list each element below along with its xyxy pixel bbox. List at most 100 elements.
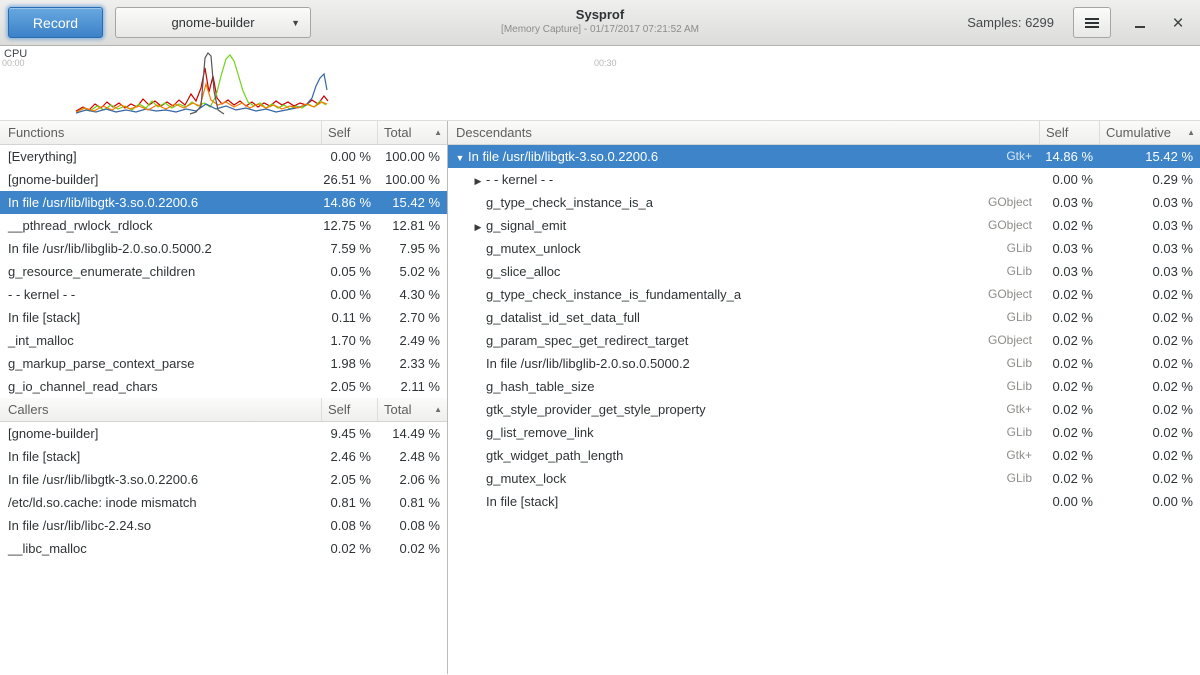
total-percent: 0.08 % xyxy=(378,514,447,537)
table-row[interactable]: In file /usr/lib/libc-2.24.so0.08 %0.08 … xyxy=(0,514,447,537)
category-label: GLib xyxy=(948,352,1040,375)
callers-table-header: Callers Self Total ▲ xyxy=(0,398,447,422)
menu-button[interactable] xyxy=(1073,7,1111,38)
row-label: [Everything] xyxy=(8,149,77,164)
table-row[interactable]: g_mutex_unlockGLib0.03 %0.03 % xyxy=(448,237,1200,260)
table-row[interactable]: In file /usr/lib/libglib-2.0.so.0.5000.2… xyxy=(448,352,1200,375)
function-name-cell: ▶g_signal_emit xyxy=(448,214,948,237)
table-row[interactable]: g_markup_parse_context_parse1.98 %2.33 % xyxy=(0,352,447,375)
column-header-self[interactable]: Self xyxy=(1040,121,1100,144)
total-percent: 12.81 % xyxy=(378,214,447,237)
expander-open-icon[interactable]: ▼ xyxy=(452,147,468,168)
row-label: g_mutex_lock xyxy=(486,471,566,486)
total-percent: 0.00 % xyxy=(1100,490,1200,513)
table-row[interactable]: _int_malloc1.70 %2.49 % xyxy=(0,329,447,352)
total-percent: 0.02 % xyxy=(378,537,447,560)
table-row[interactable]: g_resource_enumerate_children0.05 %5.02 … xyxy=(0,260,447,283)
table-row[interactable]: In file /usr/lib/libgtk-3.so.0.2200.62.0… xyxy=(0,468,447,491)
column-header-total[interactable]: Total ▲ xyxy=(378,398,447,421)
table-row[interactable]: g_slice_allocGLib0.03 %0.03 % xyxy=(448,260,1200,283)
function-name-cell: /etc/ld.so.cache: inode mismatch xyxy=(0,491,322,514)
column-header-total-label: Total xyxy=(384,121,411,144)
table-row[interactable]: [gnome-builder]9.45 %14.49 % xyxy=(0,422,447,445)
category-label: GLib xyxy=(948,237,1040,260)
column-header-functions[interactable]: Functions xyxy=(0,121,322,144)
table-row[interactable]: In file [stack]0.00 %0.00 % xyxy=(448,490,1200,513)
row-label: g_resource_enumerate_children xyxy=(8,264,195,279)
table-row[interactable]: g_type_check_instance_is_fundamentally_a… xyxy=(448,283,1200,306)
total-percent: 2.49 % xyxy=(378,329,447,352)
column-header-total[interactable]: Total ▲ xyxy=(378,121,447,144)
function-name-cell: ▶- - kernel - - xyxy=(448,168,948,191)
function-name-cell: In file /usr/lib/libglib-2.0.so.0.5000.2 xyxy=(0,237,322,260)
category-label: GObject xyxy=(948,214,1040,237)
expander-closed-icon[interactable]: ▶ xyxy=(470,216,486,237)
self-percent: 0.11 % xyxy=(322,306,378,329)
sort-arrow-icon: ▲ xyxy=(1187,121,1195,144)
row-label: gtk_style_provider_get_style_property xyxy=(486,402,706,417)
minimize-button[interactable] xyxy=(1128,11,1152,35)
sort-arrow-icon: ▲ xyxy=(434,398,442,421)
row-label: In file [stack] xyxy=(8,310,80,325)
function-name-cell: g_markup_parse_context_parse xyxy=(0,352,322,375)
column-header-total-label: Total xyxy=(384,398,411,421)
close-button[interactable]: × xyxy=(1166,11,1190,35)
column-header-self[interactable]: Self xyxy=(322,121,378,144)
expander-closed-icon[interactable]: ▶ xyxy=(470,170,486,191)
table-row[interactable]: [Everything]0.00 %100.00 % xyxy=(0,145,447,168)
process-selector-dropdown[interactable]: gnome-builder ▼ xyxy=(115,7,311,38)
record-button[interactable]: Record xyxy=(8,7,103,38)
self-percent: 0.02 % xyxy=(1040,375,1100,398)
samples-count: Samples: 6299 xyxy=(967,15,1054,30)
total-percent: 0.02 % xyxy=(1100,398,1200,421)
table-row[interactable]: gtk_style_provider_get_style_propertyGtk… xyxy=(448,398,1200,421)
total-percent: 7.95 % xyxy=(378,237,447,260)
left-pane: Functions Self Total ▲ [Everything]0.00 … xyxy=(0,121,448,674)
table-row[interactable]: /etc/ld.so.cache: inode mismatch0.81 %0.… xyxy=(0,491,447,514)
self-percent: 9.45 % xyxy=(322,422,378,445)
table-row[interactable]: In file /usr/lib/libglib-2.0.so.0.5000.2… xyxy=(0,237,447,260)
cpu-timeline-graph[interactable]: CPU 00:00 00:30 xyxy=(0,46,1200,121)
header-bar: Record gnome-builder ▼ Sysprof [Memory C… xyxy=(0,0,1200,46)
table-row[interactable]: g_io_channel_read_chars2.05 %2.11 % xyxy=(0,375,447,398)
total-percent: 0.03 % xyxy=(1100,237,1200,260)
table-row[interactable]: g_param_spec_get_redirect_targetGObject0… xyxy=(448,329,1200,352)
column-header-cumulative[interactable]: Cumulative ▲ xyxy=(1100,121,1200,144)
column-header-callers[interactable]: Callers xyxy=(0,398,322,421)
column-header-descendants[interactable]: Descendants xyxy=(448,121,1040,144)
self-percent: 0.02 % xyxy=(1040,444,1100,467)
total-percent: 0.02 % xyxy=(1100,352,1200,375)
table-row[interactable]: In file /usr/lib/libgtk-3.so.0.2200.6 14.… xyxy=(0,191,447,214)
time-tick-start: 00:00 xyxy=(2,58,25,68)
table-row[interactable]: g_type_check_instance_is_aGObject0.03 %0… xyxy=(448,191,1200,214)
row-label: gtk_widget_path_length xyxy=(486,448,623,463)
function-name-cell: g_resource_enumerate_children xyxy=(0,260,322,283)
table-row[interactable]: In file [stack]0.11 %2.70 % xyxy=(0,306,447,329)
table-row[interactable]: g_mutex_lockGLib0.02 %0.02 % xyxy=(448,467,1200,490)
self-percent: 14.86 % xyxy=(322,191,378,214)
function-name-cell: In file /usr/lib/libgtk-3.so.0.2200.6 xyxy=(0,191,322,214)
self-percent: 7.59 % xyxy=(322,237,378,260)
row-label: In file /usr/lib/libgtk-3.so.0.2200.6 xyxy=(8,195,198,210)
row-label: /etc/ld.so.cache: inode mismatch xyxy=(8,495,197,510)
row-label: [gnome-builder] xyxy=(8,172,98,187)
total-percent: 14.49 % xyxy=(378,422,447,445)
self-percent: 0.02 % xyxy=(1040,283,1100,306)
table-row[interactable]: ▶g_signal_emitGObject0.02 %0.03 % xyxy=(448,214,1200,237)
function-name-cell: g_datalist_id_set_data_full xyxy=(448,306,948,329)
table-row[interactable]: gtk_widget_path_lengthGtk+0.02 %0.02 % xyxy=(448,444,1200,467)
table-row[interactable]: - - kernel - -0.00 %4.30 % xyxy=(0,283,447,306)
table-row[interactable]: __pthread_rwlock_rdlock12.75 %12.81 % xyxy=(0,214,447,237)
table-row[interactable]: g_list_remove_linkGLib0.02 %0.02 % xyxy=(448,421,1200,444)
category-label: Gtk+ xyxy=(948,145,1040,168)
table-row[interactable]: [gnome-builder]26.51 %100.00 % xyxy=(0,168,447,191)
table-row[interactable]: In file [stack]2.46 %2.48 % xyxy=(0,445,447,468)
self-percent: 2.05 % xyxy=(322,468,378,491)
column-header-self[interactable]: Self xyxy=(322,398,378,421)
table-row[interactable]: g_hash_table_sizeGLib0.02 %0.02 % xyxy=(448,375,1200,398)
table-row[interactable]: ▶- - kernel - -0.00 %0.29 % xyxy=(448,168,1200,191)
table-row[interactable]: ▼In file /usr/lib/libgtk-3.so.0.2200.6Gt… xyxy=(448,145,1200,168)
function-name-cell: [gnome-builder] xyxy=(0,168,322,191)
table-row[interactable]: __libc_malloc0.02 %0.02 % xyxy=(0,537,447,560)
table-row[interactable]: g_datalist_id_set_data_fullGLib0.02 %0.0… xyxy=(448,306,1200,329)
